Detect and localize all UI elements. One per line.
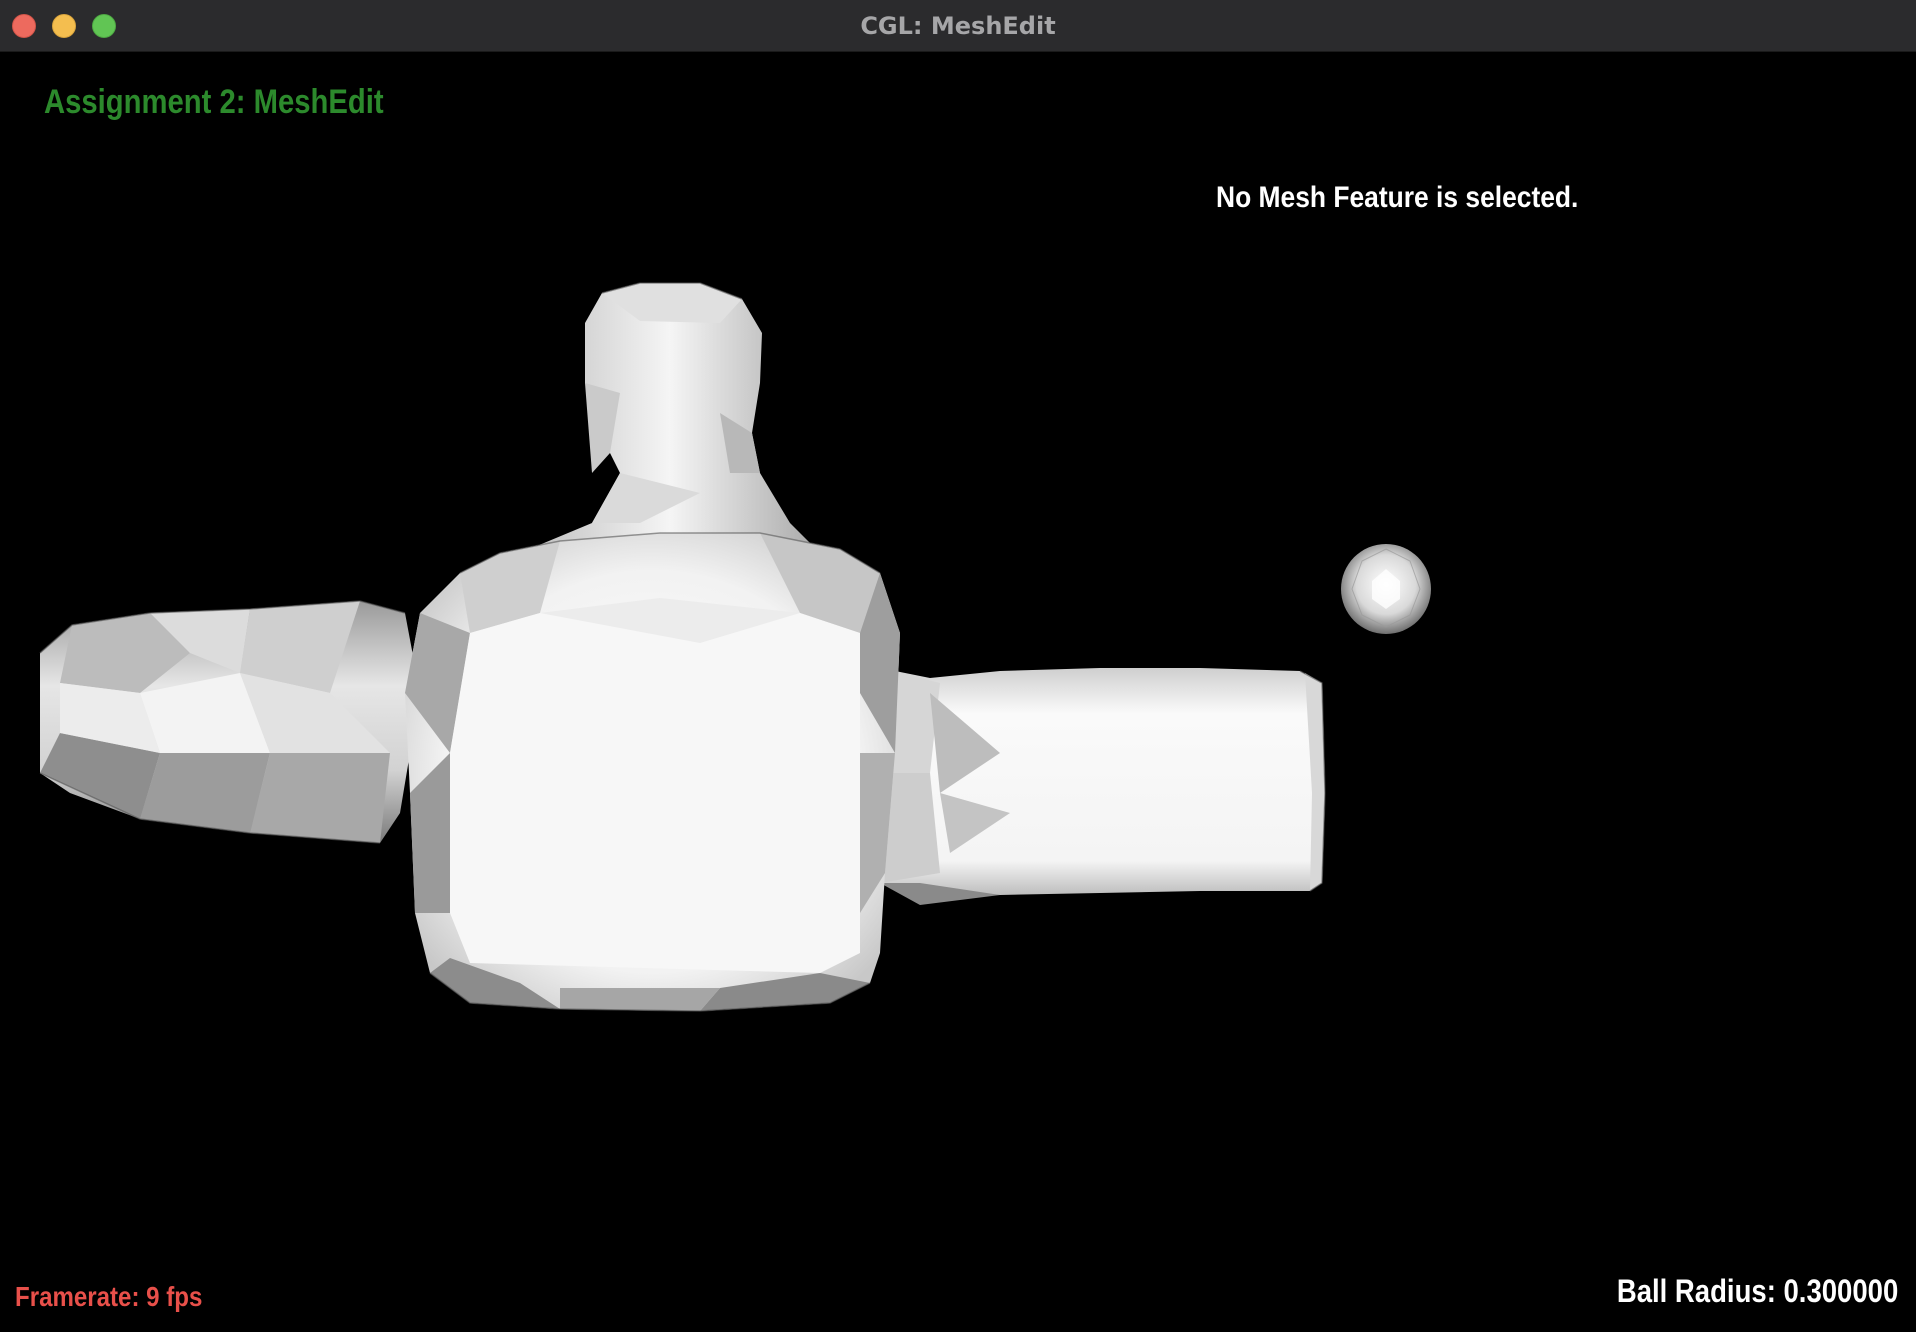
ball-radius-readout: Ball Radius: 0.300000	[1616, 1273, 1898, 1309]
mesh-left-arm	[40, 601, 420, 843]
mesh-viewport[interactable]: Assignment 2: MeshEdit No Mesh Feature i…	[0, 53, 1916, 1332]
radius-ball[interactable]	[1341, 544, 1431, 634]
window-title: CGL: MeshEdit	[860, 12, 1056, 40]
mesh-render[interactable]	[0, 53, 1916, 1332]
mesh-body	[405, 533, 900, 1011]
framerate-readout: Framerate: 9 fps	[15, 1281, 203, 1312]
title-bar[interactable]: CGL: MeshEdit	[0, 0, 1916, 52]
mesh-right-arm	[880, 668, 1325, 905]
mesh-neck	[520, 283, 820, 573]
selection-status: No Mesh Feature is selected.	[1216, 181, 1579, 214]
app-window: CGL: MeshEdit Assignment 2: MeshEdit No …	[0, 0, 1916, 1332]
assignment-title: Assignment 2: MeshEdit	[44, 83, 384, 121]
